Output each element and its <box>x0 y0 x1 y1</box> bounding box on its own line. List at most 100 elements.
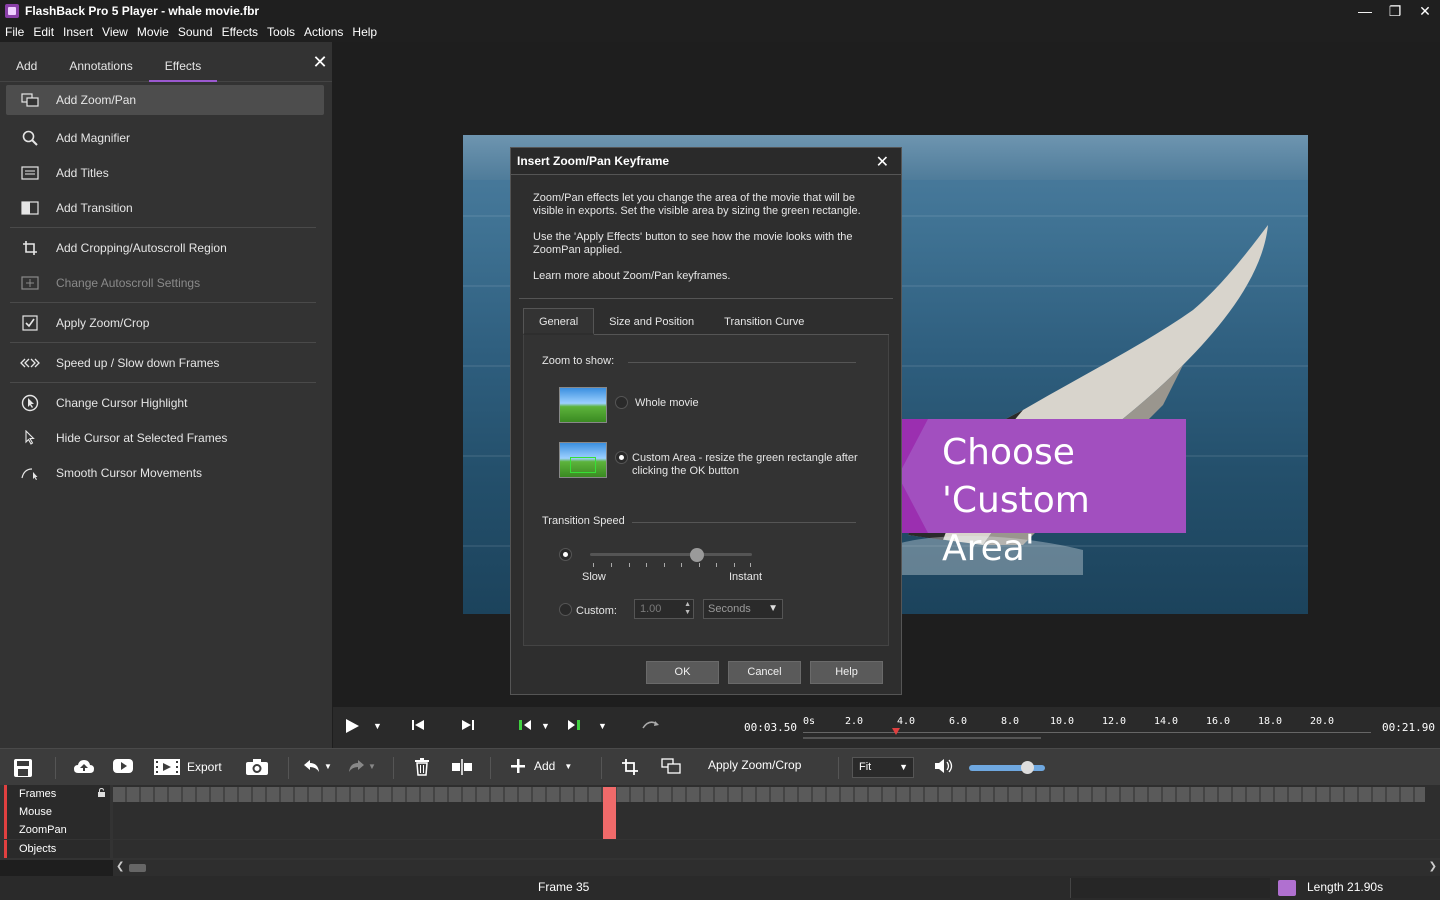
effect-apply-zoom-crop[interactable]: Apply Zoom/Crop <box>6 305 324 340</box>
tab-size-position[interactable]: Size and Position <box>594 309 709 335</box>
menu-actions[interactable]: Actions <box>299 22 347 42</box>
menu-sound[interactable]: Sound <box>173 22 217 42</box>
loop-icon <box>642 721 659 729</box>
help-button[interactable]: Help <box>810 661 883 684</box>
effect-add-titles[interactable]: Add Titles <box>6 155 324 190</box>
zoom-pan-icon <box>661 758 681 774</box>
prev-keyframe-button[interactable] <box>517 718 533 735</box>
zoom-fit-select[interactable]: Fit ▼ <box>852 757 914 778</box>
restore-button[interactable]: ❐ <box>1380 0 1410 22</box>
tab-add[interactable]: Add <box>0 59 53 81</box>
play-button[interactable] <box>344 718 360 737</box>
custom-duration-input[interactable]: 1.00 ▲ ▼ <box>634 599 694 619</box>
minimize-button[interactable]: — <box>1350 0 1380 22</box>
snapshot-button[interactable] <box>245 758 269 776</box>
scroll-right-icon[interactable]: ❯ <box>1429 861 1437 872</box>
upload-button[interactable] <box>73 758 95 776</box>
menu-help[interactable]: Help <box>347 22 381 42</box>
export-button[interactable]: Export <box>153 758 222 776</box>
timeline-ruler[interactable]: 0s 2.0 4.0 6.0 8.0 10.0 12.0 14.0 16.0 1… <box>803 715 1371 740</box>
youtube-button[interactable] <box>112 758 134 774</box>
effect-add-magnifier[interactable]: Add Magnifier <box>6 120 324 155</box>
undo-chevron-icon[interactable]: ▼ <box>324 762 332 771</box>
effect-add-cropping[interactable]: Add Cropping/Autoscroll Region <box>6 230 324 265</box>
spinner-arrows[interactable]: ▲ ▼ <box>684 601 691 617</box>
effect-add-zoom-pan[interactable]: Add Zoom/Pan <box>6 85 324 115</box>
custom-speed-label: Custom: <box>576 605 617 617</box>
custom-speed-radio[interactable] <box>559 603 572 616</box>
menu-effects[interactable]: Effects <box>217 22 262 42</box>
menu-insert[interactable]: Insert <box>58 22 97 42</box>
prev-keyframe-chevron-icon[interactable]: ▼ <box>541 721 550 731</box>
effect-smooth-cursor[interactable]: Smooth Cursor Movements <box>6 455 324 490</box>
ok-button[interactable]: OK <box>646 661 719 684</box>
current-time: 00:03.50 <box>744 721 797 734</box>
desc-paragraph-2: Use the 'Apply Effects' button to see ho… <box>533 231 853 256</box>
effect-cursor-highlight[interactable]: Change Cursor Highlight <box>6 385 324 420</box>
scrollbar-thumb[interactable] <box>129 864 146 872</box>
effect-label: Add Transition <box>56 200 133 215</box>
crop-button[interactable] <box>621 758 639 776</box>
speed-slider-thumb[interactable] <box>690 548 704 562</box>
custom-area-radio[interactable] <box>615 451 628 464</box>
tab-general[interactable]: General <box>523 308 595 335</box>
split-button[interactable] <box>451 758 473 776</box>
panel-tabs: Add Annotations Effects ✕ <box>0 42 332 82</box>
save-button[interactable] <box>13 758 33 778</box>
go-to-start-button[interactable] <box>411 718 425 735</box>
cancel-button[interactable]: Cancel <box>728 661 801 684</box>
skip-end-icon <box>462 720 474 730</box>
menu-tools[interactable]: Tools <box>262 22 299 42</box>
scroll-left-icon[interactable]: ❮ <box>116 861 124 872</box>
volume-slider-thumb[interactable] <box>1021 761 1034 774</box>
volume-button[interactable] <box>934 758 954 774</box>
tab-effects[interactable]: Effects <box>148 59 218 82</box>
whole-movie-radio[interactable] <box>615 396 628 409</box>
minimize-icon: — <box>1358 3 1372 19</box>
go-to-end-button[interactable] <box>461 718 475 735</box>
effect-label: Speed up / Slow down Frames <box>56 355 220 370</box>
playhead-marker[interactable] <box>892 728 900 735</box>
speed-slider-track[interactable] <box>590 553 752 556</box>
learn-more-link[interactable]: Learn more about Zoom/Pan keyframes. <box>533 270 879 283</box>
effect-speed-frames[interactable]: Speed up / Slow down Frames <box>6 345 324 380</box>
close-window-button[interactable]: ✕ <box>1410 0 1440 22</box>
apply-zoom-crop-button[interactable]: Apply Zoom/Crop <box>708 758 801 772</box>
current-frame-marker[interactable] <box>603 787 616 839</box>
redo-chevron-icon[interactable]: ▼ <box>368 762 376 771</box>
duration-unit-select[interactable]: Seconds ▼ <box>703 599 783 619</box>
redo-button[interactable]: ▼ <box>347 758 376 774</box>
menu-edit[interactable]: Edit <box>28 22 58 42</box>
menu-file[interactable]: File <box>0 22 28 42</box>
menu-view[interactable]: View <box>97 22 132 42</box>
tab-transition-curve[interactable]: Transition Curve <box>709 309 819 335</box>
zoom-pan-button[interactable] <box>661 758 681 774</box>
add-chevron-icon[interactable]: ▼ <box>564 762 572 771</box>
next-keyframe-chevron-icon[interactable]: ▼ <box>598 721 607 731</box>
play-options-chevron-icon[interactable]: ▼ <box>373 721 382 731</box>
ruler-label: 18.0 <box>1258 716 1283 727</box>
zoom-to-show-label: Zoom to show: <box>542 355 615 367</box>
tab-annotations[interactable]: Annotations <box>53 59 148 81</box>
panel-close-icon[interactable]: ✕ <box>312 53 328 71</box>
ruler-label: 14.0 <box>1154 716 1179 727</box>
callout-banner: Choose 'Custom Area' <box>868 419 1186 569</box>
add-button[interactable]: Add ▼ <box>510 758 572 774</box>
loop-button[interactable] <box>641 718 663 735</box>
transition-speed-label: Transition Speed <box>542 515 625 527</box>
separator <box>10 382 316 383</box>
delete-button[interactable] <box>414 758 430 776</box>
redo-icon <box>349 760 364 772</box>
youtube-icon <box>113 759 133 773</box>
undo-button[interactable]: ▼ <box>303 758 332 774</box>
next-keyframe-button[interactable] <box>566 718 582 735</box>
dialog-close-icon[interactable]: ✕ <box>876 152 889 172</box>
effect-add-transition[interactable]: Add Transition <box>6 190 324 225</box>
movie-info-icon <box>1278 880 1296 896</box>
effect-hide-cursor[interactable]: Hide Cursor at Selected Frames <box>6 420 324 455</box>
effect-change-autoscroll[interactable]: Change Autoscroll Settings <box>6 265 324 300</box>
frames-strip[interactable] <box>113 787 1425 802</box>
timeline-scrollbar[interactable]: ❮ ❯ <box>113 860 1440 876</box>
menu-movie[interactable]: Movie <box>132 22 173 42</box>
speed-preset-radio[interactable] <box>559 548 572 561</box>
